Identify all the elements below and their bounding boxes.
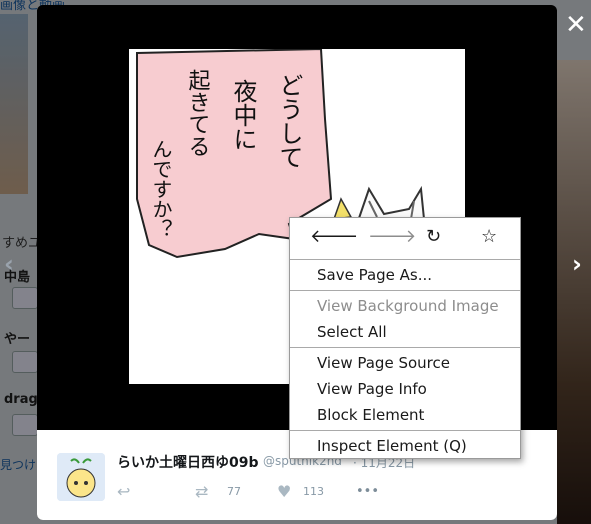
arrow-left-icon[interactable]: 🡐 [310, 226, 358, 247]
context-menu: 🡐 🡒 ↻ ☆ Save Page As... View Background … [289, 217, 521, 459]
menu-separator [290, 290, 520, 291]
arrow-right-icon[interactable]: 🡒 [368, 226, 416, 247]
context-menu-nav: 🡐 🡒 ↻ ☆ [290, 218, 520, 258]
menu-separator [290, 259, 520, 260]
avatar-image [57, 453, 105, 501]
view-page-source-item[interactable]: View Page Source [317, 354, 450, 372]
retweet-count: 77 [227, 485, 241, 498]
image-text-column-1: どうして [275, 73, 303, 169]
select-all-item[interactable]: Select All [317, 323, 387, 341]
retweet-icon[interactable]: ⇄ [195, 482, 208, 501]
like-count: 113 [303, 485, 324, 498]
image-text-column-2: 夜中に [229, 79, 257, 151]
menu-separator [290, 430, 520, 431]
more-icon[interactable]: ••• [356, 484, 379, 499]
author-name[interactable]: らいか土曜日西ゆ09b [117, 452, 259, 472]
image-text-column-4: んですか？ [149, 139, 173, 239]
close-icon[interactable]: ✕ [565, 12, 587, 38]
menu-separator [290, 347, 520, 348]
view-page-info-item[interactable]: View Page Info [317, 380, 427, 398]
star-icon[interactable]: ☆ [481, 226, 497, 247]
block-element-item[interactable]: Block Element [317, 406, 424, 424]
view-background-image-item[interactable]: View Background Image [317, 297, 499, 315]
reload-icon[interactable]: ↻ [426, 226, 441, 247]
image-text-column-3: 起きてる [185, 69, 211, 157]
like-icon[interactable]: ♥ [277, 482, 291, 501]
reply-icon[interactable]: ↩ [117, 482, 130, 501]
previous-image-arrow[interactable]: ‹ [4, 250, 14, 278]
next-image-arrow[interactable]: › [572, 250, 582, 278]
avatar[interactable] [57, 453, 105, 501]
save-page-as-item[interactable]: Save Page As... [317, 266, 432, 284]
inspect-element-item[interactable]: Inspect Element (Q) [317, 437, 467, 455]
